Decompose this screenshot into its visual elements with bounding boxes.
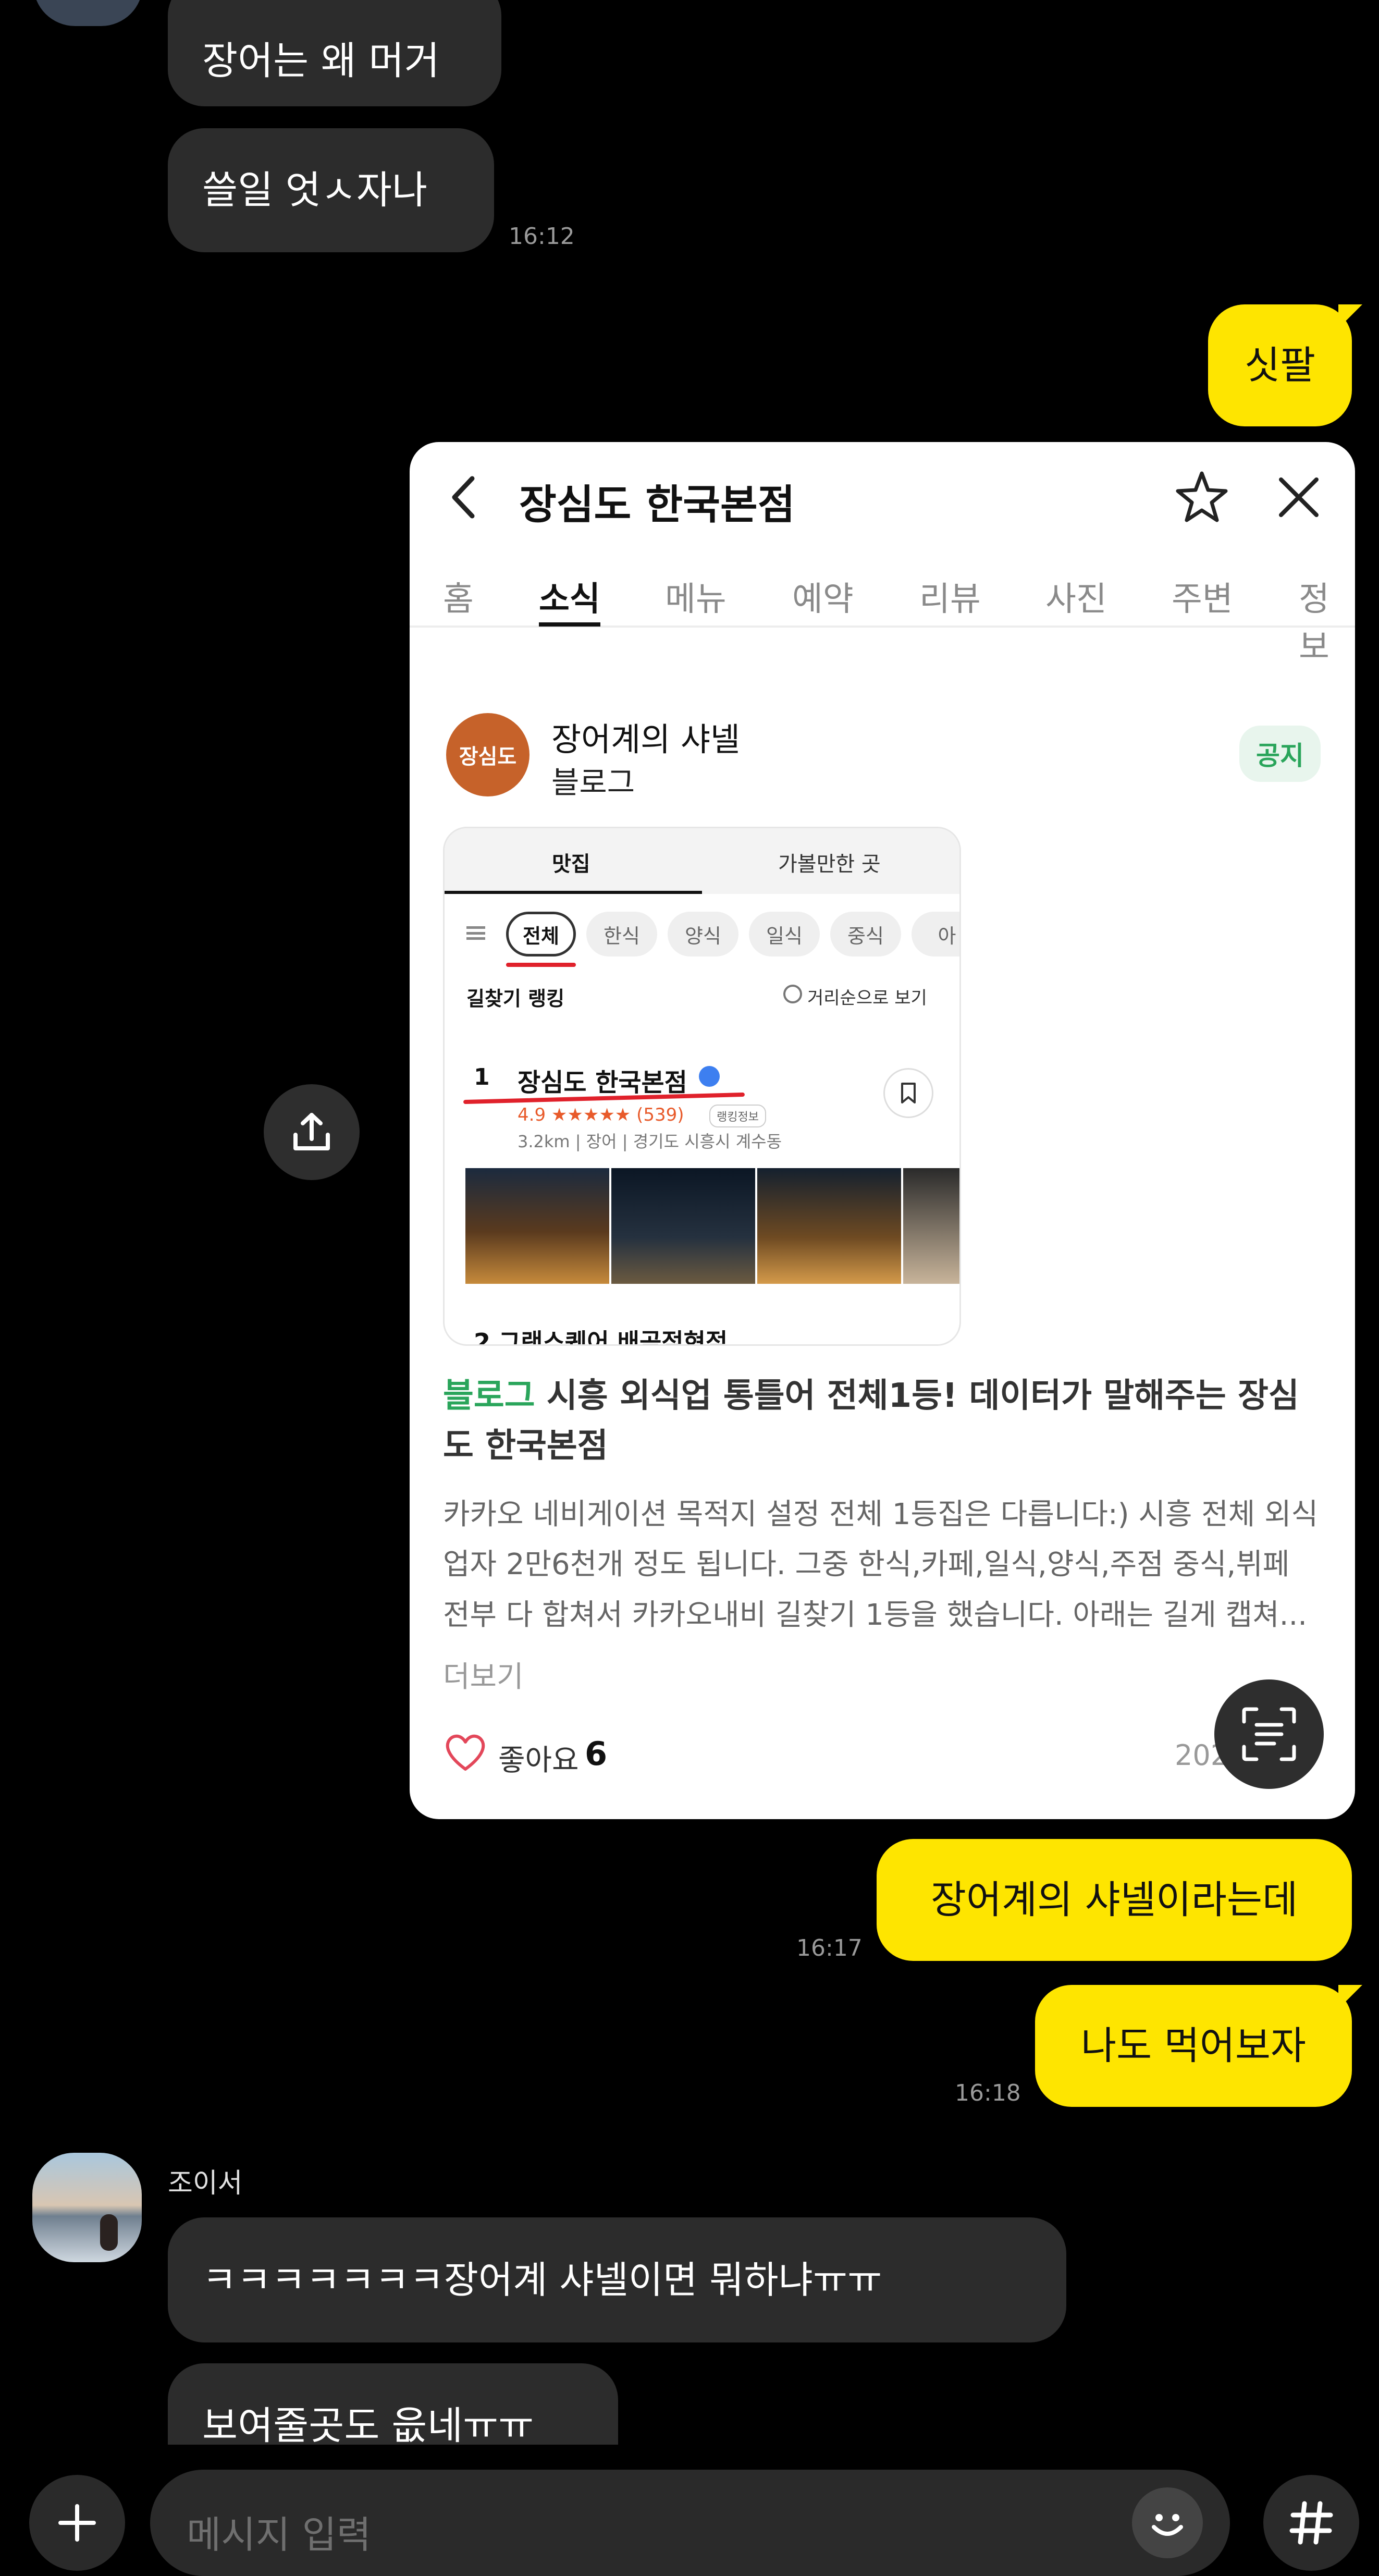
- shared-place-card[interactable]: 장심도 한국본점 홈 소식 메뉴 예약 리뷰 사진 주변 정보 장심도 장어계의…: [410, 442, 1355, 1819]
- tab-review[interactable]: 리뷰: [919, 572, 981, 623]
- place-title: 장심도 한국본점: [519, 482, 795, 529]
- ranking-label: 길찾기 랭킹: [466, 987, 565, 1010]
- bubble-tail: [1338, 1985, 1362, 2009]
- chip-chinese: 중식: [830, 912, 901, 956]
- input-placeholder: 메시지 입력: [187, 2513, 372, 2557]
- inner-tab-food: 맛집: [552, 852, 590, 876]
- text-scan-button[interactable]: [1214, 1679, 1324, 1789]
- more-link[interactable]: 더보기: [443, 1653, 524, 1696]
- heart-icon[interactable]: [443, 1732, 488, 1773]
- author-type: 블로그: [551, 765, 635, 800]
- tab-photo[interactable]: 사진: [1045, 572, 1107, 623]
- restaurant-photo-2: [611, 1168, 755, 1284]
- message-time: 16:17: [796, 1935, 863, 1961]
- notice-badge: 공지: [1239, 726, 1321, 782]
- like-label: 좋아요: [498, 1744, 579, 1777]
- restaurant-photo-4: [903, 1168, 959, 1284]
- tab-news[interactable]: 소식: [539, 572, 600, 627]
- message-text: 장어는 왜 머거: [202, 39, 440, 83]
- message-text: 싯팔: [1244, 343, 1316, 388]
- message-time: 16:18: [955, 2080, 1021, 2106]
- tab-reservation[interactable]: 예약: [792, 572, 854, 623]
- chat-bubble-incoming[interactable]: 보여줄곳도 읎네ㅠㅠ: [168, 2363, 618, 2445]
- attach-button[interactable]: [29, 2475, 125, 2571]
- bubble-tail: [1338, 304, 1362, 328]
- logo-text: 장심도: [459, 745, 517, 769]
- restaurant-photo-3: [757, 1168, 901, 1284]
- close-icon[interactable]: [1274, 472, 1324, 522]
- rank2-partial: 2 그랜스퀘어 배곧점현점: [474, 1328, 728, 1346]
- like-count: 6: [585, 1735, 608, 1773]
- post-headline[interactable]: 블로그 시흥 외식업 통틀어 전체1등! 데이터가 말해주는 장심도 한국본점: [443, 1371, 1319, 1471]
- plus-icon: [58, 2504, 96, 2542]
- post-image[interactable]: 맛집 가볼만한 곳 전체 한식 양식 일식 중식 아 길찾기 랭킹 거리순으로 …: [443, 827, 961, 1346]
- author-logo[interactable]: 장심도: [446, 713, 530, 796]
- inner-tabs: 맛집 가볼만한 곳: [445, 828, 959, 894]
- tab-nearby[interactable]: 주변: [1172, 572, 1233, 623]
- share-button[interactable]: [264, 1084, 360, 1180]
- rank1-tag: 랭킹정보: [709, 1105, 766, 1127]
- inner-tab-places: 가볼만한 곳: [778, 852, 881, 876]
- hashtag-button[interactable]: [1263, 2475, 1359, 2571]
- chip-korean: 한식: [586, 912, 657, 956]
- tab-info[interactable]: 정보: [1299, 572, 1355, 667]
- message-text: ㅋㅋㅋㅋㅋㅋㅋ장어계 샤넬이면 뭐하냐ㅠㅠ: [202, 2258, 882, 2302]
- avatar-partial[interactable]: [33, 0, 143, 26]
- sender-name: 조이서: [168, 2168, 243, 2199]
- chat-bubble-incoming[interactable]: 쓸일 엇ㅅ자나: [168, 128, 494, 252]
- tab-menu[interactable]: 메뉴: [665, 572, 727, 623]
- rank1-rating: 4.9 ★★★★★ (539): [518, 1105, 684, 1125]
- message-time: 16:12: [509, 223, 575, 250]
- rank1-meta: 3.2km | 장어 | 경기도 시흥시 계수동: [518, 1132, 782, 1151]
- menu-lines-icon: [466, 926, 485, 940]
- message-text: 나도 먹어보자: [1080, 2023, 1306, 2068]
- back-arrow-icon[interactable]: [443, 471, 485, 523]
- message-clip: 보여줄곳도 읎네ㅠㅠ: [0, 2356, 1379, 2445]
- emoji-button[interactable]: [1132, 2487, 1203, 2558]
- chat-bubble-outgoing[interactable]: 장어계의 샤넬이라는데: [877, 1839, 1352, 1961]
- chip-all: 전체: [506, 912, 576, 956]
- chip-more: 아: [912, 912, 959, 956]
- chat-bubble-outgoing[interactable]: 싯팔: [1208, 304, 1352, 426]
- upload-share-icon: [293, 1113, 330, 1150]
- chip-western: 양식: [668, 912, 738, 956]
- restaurant-photo-1: [465, 1168, 609, 1284]
- rank1-name: 장심도 한국본점: [518, 1068, 687, 1097]
- verified-icon: [699, 1066, 720, 1087]
- bookmark-icon: [883, 1068, 933, 1118]
- sort-label: 거리순으로 보기: [807, 988, 927, 1009]
- hashtag-icon: [1289, 2501, 1333, 2545]
- author-name[interactable]: 장어계의 샤넬: [551, 713, 740, 760]
- headline-tag: 블로그: [443, 1377, 535, 1415]
- post-body: 카카오 네비게이션 목적지 설정 전체 1등집은 다릅니다:) 시흥 전체 외식…: [443, 1498, 1319, 1632]
- text-scan-icon: [1242, 1707, 1296, 1761]
- radio-icon: [783, 985, 802, 1003]
- message-text: 보여줄곳도 읎네ㅠㅠ: [202, 2403, 534, 2445]
- message-text: 쓸일 엇ㅅ자나: [202, 168, 428, 213]
- star-icon[interactable]: [1173, 468, 1231, 526]
- chat-bubble-incoming[interactable]: ㅋㅋㅋㅋㅋㅋㅋ장어계 샤넬이면 뭐하냐ㅠㅠ: [168, 2217, 1066, 2342]
- rank-number: 1: [474, 1064, 490, 1090]
- tab-home[interactable]: 홈: [443, 572, 474, 623]
- message-text: 장어계의 샤넬이라는데: [930, 1878, 1298, 1922]
- place-tabs: 홈 소식 메뉴 예약 리뷰 사진 주변 정보: [410, 572, 1355, 667]
- chip-japanese: 일식: [749, 912, 820, 956]
- chat-bubble-incoming[interactable]: 장어는 왜 머거: [168, 0, 501, 106]
- emoji-icon: [1152, 2514, 1183, 2536]
- chat-bubble-outgoing[interactable]: 나도 먹어보자: [1035, 1985, 1352, 2107]
- avatar[interactable]: [32, 2153, 142, 2262]
- message-input[interactable]: 메시지 입력: [150, 2470, 1230, 2576]
- headline-text: 시흥 외식업 통틀어 전체1등! 데이터가 말해주는 장심도 한국본점: [443, 1377, 1299, 1465]
